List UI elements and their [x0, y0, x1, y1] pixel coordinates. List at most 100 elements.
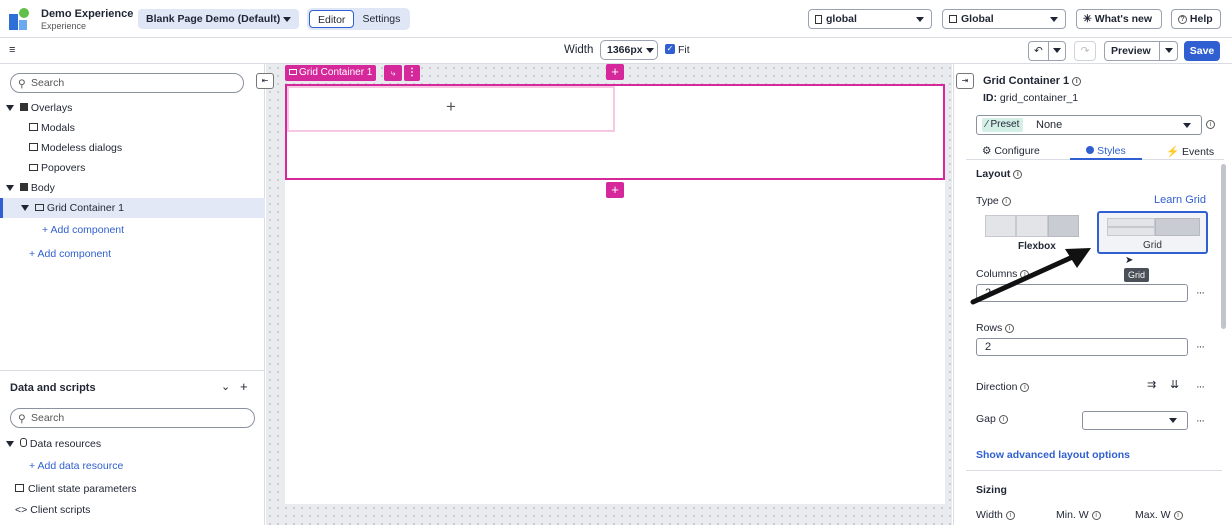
- info-icon[interactable]: i: [998, 414, 1008, 424]
- info-icon[interactable]: i: [1001, 196, 1011, 206]
- collapse-left-panel-icon[interactable]: ⇤: [256, 73, 274, 89]
- chevron-down-icon[interactable]: [1053, 48, 1061, 53]
- add-component-inner-link[interactable]: + Add component: [0, 220, 265, 240]
- panel-title: Grid Container 1 i: [983, 75, 1082, 87]
- tab-editor[interactable]: Editor: [309, 10, 355, 28]
- tree-item-client-state[interactable]: Client state parameters: [15, 479, 137, 499]
- tree-item-data-resources[interactable]: Data resources: [6, 434, 101, 454]
- search-placeholder: Search: [31, 77, 65, 89]
- info-icon[interactable]: i: [1020, 382, 1030, 392]
- chevron-down-icon: [1050, 17, 1058, 22]
- chevron-down-icon: [1183, 123, 1191, 128]
- tree-item-modals[interactable]: Modals: [0, 118, 265, 138]
- add-data-resource-link[interactable]: + Add data resource: [29, 456, 123, 476]
- undo-group: ↶: [1028, 41, 1066, 61]
- data-search-input[interactable]: ⚲ Search: [10, 408, 255, 428]
- id-value: grid_container_1: [999, 92, 1079, 104]
- help-button[interactable]: ? Help: [1171, 9, 1221, 29]
- tab-styles[interactable]: Styles: [1070, 145, 1142, 160]
- tab-events[interactable]: ⚡ Events: [1166, 145, 1214, 158]
- selected-label-text: Grid Container 1: [299, 67, 373, 78]
- add-component-outer-link[interactable]: + Add component: [0, 244, 265, 264]
- preview-label: Preview: [1111, 45, 1151, 57]
- gap-label: Gap i: [976, 413, 1008, 425]
- info-icon[interactable]: i: [1173, 510, 1183, 520]
- width-select[interactable]: 1366px: [600, 40, 658, 60]
- learn-grid-link[interactable]: Learn Grid: [1154, 194, 1206, 206]
- plus-icon[interactable]: +: [446, 97, 456, 117]
- scope-select[interactable]: global: [808, 9, 932, 29]
- direction-row-icon[interactable]: ⇉: [1147, 378, 1156, 391]
- grid-cell[interactable]: +: [287, 86, 615, 132]
- info-icon[interactable]: i: [1091, 510, 1101, 520]
- modal-icon: [29, 123, 38, 131]
- save-button[interactable]: Save: [1184, 41, 1220, 61]
- fit-label: Fit: [678, 44, 690, 56]
- more-options-icon[interactable]: ···: [1196, 415, 1205, 427]
- tree-label: Data resources: [29, 438, 102, 450]
- app-logo: [9, 8, 29, 30]
- tree-item-popovers[interactable]: Popovers: [0, 158, 265, 178]
- undo-icon[interactable]: ↶: [1034, 42, 1043, 60]
- max-width-text: Max. W: [1135, 509, 1171, 521]
- chevron-down-icon: [283, 16, 292, 22]
- selected-component-label[interactable]: Grid Container 1: [285, 65, 377, 81]
- plus-icon: +: [29, 460, 36, 472]
- add-icon[interactable]: +: [240, 379, 248, 394]
- tree-item-grid-container[interactable]: Grid Container 1: [0, 198, 265, 218]
- global-select[interactable]: Global: [942, 9, 1066, 29]
- info-icon[interactable]: i: [1072, 76, 1082, 86]
- help-icon: ?: [1178, 14, 1187, 24]
- rows-label: Rows i: [976, 322, 1015, 334]
- palette-icon: [1086, 146, 1095, 154]
- preset-select[interactable]: ⁄ Preset None: [976, 115, 1202, 135]
- gear-icon: ⚙: [982, 145, 992, 157]
- grid-option[interactable]: Grid: [1097, 211, 1208, 254]
- collapse-right-panel-icon[interactable]: ⇥: [956, 73, 974, 89]
- redo-button[interactable]: ↷: [1074, 41, 1096, 61]
- wand-icon: ⁄: [986, 119, 988, 130]
- more-options-icon[interactable]: ···: [1196, 341, 1205, 353]
- app-subtitle: Experience: [41, 21, 87, 31]
- fit-checkbox[interactable]: ✓: [665, 44, 675, 54]
- panel-scrollbar[interactable]: [1221, 164, 1226, 329]
- info-icon[interactable]: i: [1005, 323, 1015, 333]
- plus-icon: +: [29, 248, 36, 260]
- tab-label: Events: [1182, 146, 1215, 158]
- info-icon[interactable]: i: [1005, 510, 1015, 520]
- more-options-icon[interactable]: ⋮: [404, 65, 420, 81]
- add-below-button[interactable]: +: [606, 182, 624, 198]
- search-input[interactable]: ⚲ Search: [10, 73, 244, 93]
- tab-settings[interactable]: Settings: [354, 10, 408, 28]
- component-tree: Overlays Modals Modeless dialogs Popover…: [0, 98, 265, 264]
- direction-column-icon[interactable]: ⇊: [1170, 378, 1179, 391]
- advanced-layout-link[interactable]: Show advanced layout options: [976, 449, 1130, 461]
- tree-label: Modals: [41, 122, 75, 134]
- select-parent-icon[interactable]: ⤷: [384, 65, 402, 81]
- more-options-icon[interactable]: ···: [1196, 287, 1205, 299]
- grid-container-1[interactable]: +: [285, 84, 945, 180]
- tree-item-client-scripts[interactable]: <> Client scripts: [15, 500, 90, 520]
- flexbox-option[interactable]: [985, 215, 1080, 237]
- rows-input[interactable]: 2: [976, 338, 1188, 356]
- popover-icon: [29, 164, 38, 171]
- gap-select[interactable]: [1082, 411, 1188, 430]
- add-above-button[interactable]: +: [606, 64, 624, 80]
- more-options-icon[interactable]: ···: [1196, 381, 1205, 393]
- preview-button[interactable]: Preview: [1104, 41, 1178, 61]
- tab-configure[interactable]: ⚙ Configure: [982, 145, 1040, 157]
- annotation-arrow: [970, 248, 1091, 305]
- info-icon[interactable]: i: [1013, 169, 1023, 179]
- tree-item-overlays[interactable]: Overlays: [0, 98, 265, 118]
- info-icon[interactable]: i: [1206, 120, 1215, 129]
- chevron-down-icon[interactable]: [1165, 48, 1173, 53]
- layout-icon: [19, 183, 28, 191]
- whats-new-button[interactable]: ✳ What's new: [1076, 9, 1162, 29]
- page-select[interactable]: Blank Page Demo (Default): [138, 9, 300, 29]
- tree-item-modeless[interactable]: Modeless dialogs: [0, 138, 265, 158]
- code-icon: <>: [15, 504, 28, 516]
- link-label: Add component: [50, 224, 125, 236]
- tree-item-body[interactable]: Body: [0, 178, 265, 198]
- chevron-down-icon[interactable]: ⌄: [221, 380, 230, 393]
- menu-icon[interactable]: ≡: [9, 44, 15, 56]
